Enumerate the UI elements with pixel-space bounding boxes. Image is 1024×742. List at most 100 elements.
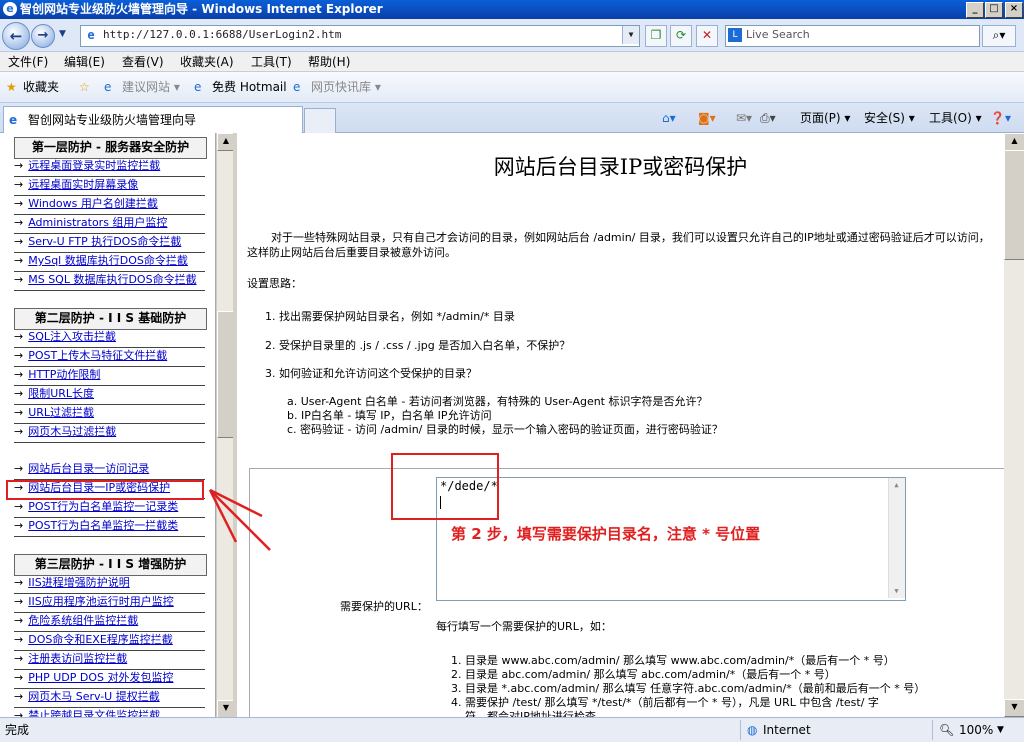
scroll-up-icon[interactable]: ▲ [1004,133,1024,151]
sidebar-link[interactable]: → DOS命令和EXE程序监控拦截 [14,631,205,651]
search-input[interactable]: Live Search [746,26,810,44]
sidebar-link[interactable]: → 网页木马 Serv-U 提权拦截 [14,688,205,708]
favorites-bar: ★ 收藏夹 ☆ e 建议网站 ▾ e 免费 Hotmail e 网页快讯库 ▾ [0,72,1024,103]
sidebar-link[interactable]: → IIS进程增强防护说明 [14,574,205,594]
title-bar: e 智创网站专业级防火墙管理向导 - Windows Internet Expl… [0,0,1024,19]
print-icon[interactable]: ⎙▾ [760,103,776,133]
sidebar-link[interactable]: → POST上传木马特征文件拦截 [14,347,205,367]
sidebar-link[interactable]: → SQL注入攻击拦截 [14,328,205,348]
sidebar-link[interactable]: → 禁止跨越目录文件监控拦截 [14,707,205,717]
refresh-icon: ⟳ [675,28,687,42]
menu-view[interactable]: 查看(V) [122,52,164,72]
zoom-dropdown-icon[interactable]: ▼ [997,720,1004,740]
close-button[interactable]: × [1005,2,1023,18]
sidebar-link[interactable]: → POST行为白名单监控一拦截类 [14,517,205,537]
web-slice-gallery-link[interactable]: 网页快讯库 ▾ [311,72,381,103]
sidebar-link[interactable]: → 网站后台目录一访问记录 [14,460,205,480]
forward-arrow-icon: → [37,28,49,43]
add-favorite-icon[interactable]: ☆ [79,72,90,103]
sidebar-link[interactable]: → HTTP动作限制 [14,366,205,386]
sidebar-link[interactable]: → 限制URL长度 [14,385,205,405]
step-1: 1. 找出需要保护网站目录名，例如 */admin/* 目录 [265,310,515,323]
history-dropdown-icon[interactable]: ▼ [59,29,66,39]
home-icon[interactable]: ⌂▾ [662,103,676,133]
zoom-control[interactable]: 🔍︎ 100% ▼ [932,720,1021,740]
sidebar-link[interactable]: → Serv-U FTP 执行DOS命令拦截 [14,233,205,253]
scroll-down-icon[interactable]: ▼ [1004,699,1024,717]
sidebar-link[interactable]: → 注册表访问监控拦截 [14,650,205,670]
sidebar-link[interactable]: → POST行为白名单监控一记录类 [14,498,205,518]
scroll-thumb[interactable] [1004,150,1024,260]
scroll-down-icon[interactable]: ▼ [889,584,904,598]
mail-icon[interactable]: ✉▾ [736,103,752,133]
sidebar-link[interactable]: → 远程桌面实时屏幕录像 [14,176,205,196]
textarea-scrollbar[interactable]: ▲ ▼ [888,478,905,598]
annotation-box [391,453,499,520]
substep-b: b. IP白名单 - 填写 IP，白名单 IP允许访问 [287,409,492,422]
sidebar-link[interactable]: → PHP UDP DOS 对外发包监控 [14,669,205,689]
menu-file[interactable]: 文件(F) [8,52,48,72]
search-icon: ⌕▾ [992,28,1006,42]
example-3: 3. 目录是 *.abc.com/admin/ 那么填写 任意字符.abc.co… [451,682,926,695]
hotmail-link[interactable]: 免费 Hotmail [212,72,287,103]
menu-help[interactable]: 帮助(H) [308,52,350,72]
zone-text: Internet [763,723,811,737]
url-label: 需要保护的URL： [340,600,428,613]
ideas-label: 设置思路： [247,277,302,290]
example-4-cont: 符，都会对IP地址进行检查 [451,710,596,717]
search-button[interactable]: ⌕▾ [982,25,1016,47]
menu-edit[interactable]: 编辑(E) [64,52,105,72]
minimize-button[interactable]: _ [966,2,984,18]
suggested-sites-link[interactable]: 建议网站 ▾ [122,72,180,103]
address-dropdown-icon[interactable]: ▼ [622,26,639,44]
section-title: 第一层防护 - 服务器安全防护 [14,137,207,159]
search-box[interactable]: L Live Search [725,25,980,47]
compatibility-button[interactable]: ❐ [645,25,667,47]
tab-active[interactable]: e 智创网站专业级防火墙管理向导 [3,106,303,134]
example-2: 2. 目录是 abc.com/admin/ 那么填写 abc.com/admin… [451,668,836,681]
navigation-bar: ← → ▼ e http://127.0.0.1:6688/UserLogin2… [0,19,1024,52]
feeds-icon[interactable]: ◙▾ [698,103,716,133]
sidebar-link[interactable]: → MySql 数据库执行DOS命令拦截 [14,252,205,272]
tools-menu[interactable]: 工具(O) ▾ [929,103,982,133]
stop-button[interactable]: ✕ [696,25,718,47]
window-title: 智创网站专业级防火墙管理向导 - Windows Internet Explor… [20,2,383,16]
globe-icon: ◍ [747,723,758,737]
content-scrollbar[interactable]: ▲ ▼ [1004,133,1024,717]
url-hint: 每行填写一个需要保护的URL，如： [436,620,612,633]
sidebar-link[interactable]: → 危险系统组件监控拦截 [14,612,205,632]
page-menu[interactable]: 页面(P) ▾ [800,103,850,133]
annotation-arrow-icon [208,488,271,551]
compatibility-icon: ❐ [650,28,662,42]
address-bar[interactable]: e http://127.0.0.1:6688/UserLogin2.htm ▼ [80,25,640,47]
sidebar-link[interactable]: → 网页木马过滤拦截 [14,423,205,443]
menu-bar: 文件(F) 编辑(E) 查看(V) 收藏夹(A) 工具(T) 帮助(H) [0,52,1024,72]
sidebar-link[interactable]: → URL过滤拦截 [14,404,205,424]
menu-tools[interactable]: 工具(T) [251,52,292,72]
zone-indicator: ◍ Internet [740,720,931,740]
help-icon[interactable]: ❓▾ [990,103,1011,133]
sidebar-scrollbar[interactable]: ▲ ▼ [216,133,235,718]
page-title: 网站后台目录IP或密码保护 [493,155,748,179]
back-arrow-icon: ← [9,27,23,45]
page-icon: e [293,80,301,94]
menu-favorites[interactable]: 收藏夹(A) [180,52,234,72]
sidebar-link[interactable]: → Windows 用户名创建拦截 [14,195,205,215]
address-input[interactable]: http://127.0.0.1:6688/UserLogin2.htm [103,26,341,44]
tab-title: 智创网站专业级防火墙管理向导 [28,113,197,127]
sidebar-link[interactable]: → MS SQL 数据库执行DOS命令拦截 [14,271,205,291]
safety-menu[interactable]: 安全(S) ▾ [864,103,915,133]
scroll-up-icon[interactable]: ▲ [889,478,904,492]
tab-row: e 智创网站专业级防火墙管理向导 ⌂▾ ◙▾ ✉▾ ⎙▾ 页面(P) ▾ 安全(… [0,103,1024,134]
sidebar: 第一层防护 - 服务器安全防护 → 远程桌面登录实时监控拦截 → 远程桌面实时屏幕录… [0,133,216,717]
back-button[interactable]: ← [2,22,30,50]
new-tab-button[interactable] [304,108,336,133]
forward-button[interactable]: → [31,24,55,48]
section-title: 第三层防护 - I I S 增强防护 [14,554,207,576]
refresh-button[interactable]: ⟳ [670,25,692,47]
sidebar-link[interactable]: → Administrators 组用户监控 [14,214,205,234]
sidebar-link[interactable]: → 远程桌面登录实时监控拦截 [14,157,205,177]
sidebar-link[interactable]: → IIS应用程序池运行时用户监控 [14,593,205,613]
maximize-button[interactable]: □ [985,2,1003,18]
favorites-button[interactable]: 收藏夹 [23,72,59,103]
